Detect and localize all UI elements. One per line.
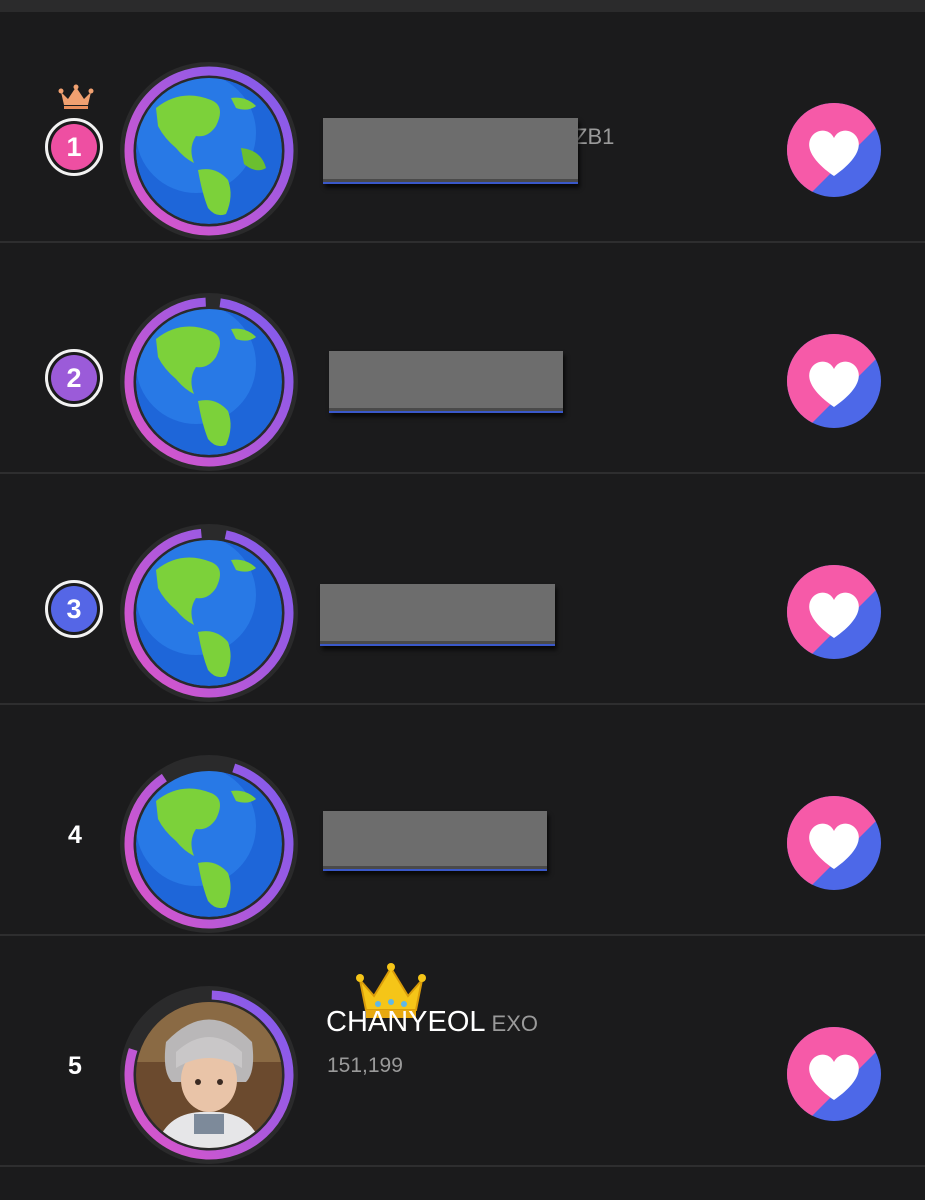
ranking-row[interactable]: 5 CHANYEOL EXO 151,199 [0,936,925,1167]
vote-heart-button[interactable] [786,333,882,429]
vote-heart-button[interactable] [786,795,882,891]
ranking-list: 1 ZB1 2 3 4 5 CHANYEOL EXO 151,199 [0,12,925,1167]
vote-heart-button[interactable] [786,564,882,660]
rank-number: 3 [51,586,97,632]
avatar[interactable] [118,963,426,1166]
avatar[interactable] [118,291,300,473]
vote-heart-button[interactable] [786,1026,882,1122]
rank-badge: 1 [45,118,103,176]
vote-heart-button[interactable] [786,102,882,198]
avatar[interactable] [118,522,300,704]
rank-number: 2 [51,355,97,401]
group-name: ZB1 [574,124,615,149]
redaction-box [329,351,563,413]
ranking-row[interactable]: 2 [0,243,925,474]
top-bar [0,0,925,12]
redaction-box [323,811,547,871]
globe-icon [136,540,282,686]
redaction-box [323,118,578,184]
ranking-row[interactable]: 3 [0,474,925,705]
globe-icon [136,309,282,455]
vote-count: 151,199 [327,1054,403,1077]
artist-name-text: CHANYEOL [326,1006,486,1038]
rank-number: 4 [68,821,82,849]
globe-icon [136,78,282,224]
rank-number: 5 [68,1052,82,1080]
profile-photo [136,1002,282,1148]
rank-badge: 2 [45,349,103,407]
crown-icon [58,84,94,109]
ranking-row[interactable]: 4 [0,705,925,936]
rank-badge: 3 [45,580,103,638]
ranking-row[interactable]: 1 ZB1 [0,12,925,243]
rank-number: 1 [51,124,97,170]
avatar[interactable] [118,60,300,242]
redaction-box [320,584,555,646]
group-name: EXO [491,1011,539,1036]
globe-icon [136,771,282,917]
avatar[interactable] [118,753,300,935]
artist-name: CHANYEOL EXO [326,1006,538,1039]
